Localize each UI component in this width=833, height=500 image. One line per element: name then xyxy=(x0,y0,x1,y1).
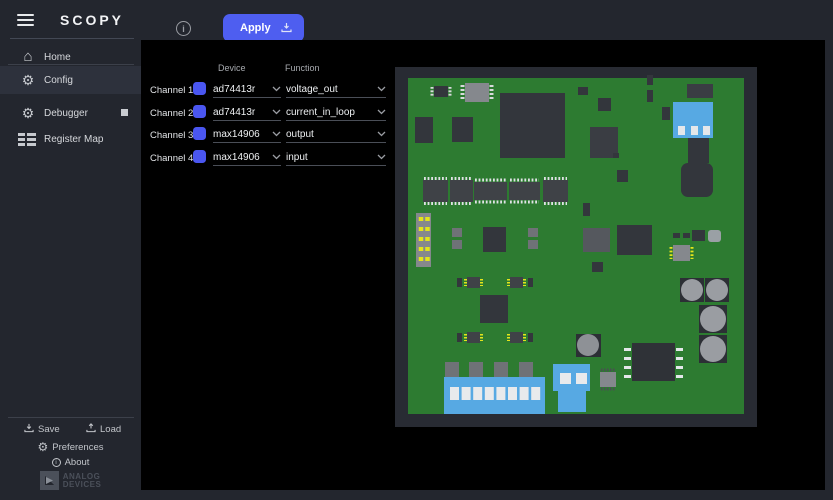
pcb-ic-small xyxy=(432,86,450,97)
pcb-soic-8pin xyxy=(624,343,683,381)
pcb-main-chip xyxy=(500,93,565,158)
channel-3-checkbox[interactable] xyxy=(193,127,206,140)
home-icon: ⌂ xyxy=(19,50,37,64)
about-label: About xyxy=(65,457,90,468)
info-icon: i xyxy=(52,458,61,467)
load-label: Load xyxy=(100,424,121,435)
channel-4-device-select[interactable]: max14906 xyxy=(213,149,281,166)
channel-2-device-select[interactable]: ad74413r xyxy=(213,104,281,121)
grid-icon xyxy=(18,133,36,146)
channel-label: Channel 1 xyxy=(150,85,193,96)
chevron-down-icon xyxy=(272,109,281,115)
device-column-header: Device xyxy=(218,63,246,73)
pcb-ic-row xyxy=(423,179,568,204)
chevron-down-icon xyxy=(377,154,386,160)
sidebar-footer-divider xyxy=(8,417,134,418)
chevron-down-icon xyxy=(272,154,281,160)
pcb-soic-small xyxy=(671,245,692,261)
channel-row: Channel 1 ad74413r voltage_out xyxy=(141,81,401,98)
sidebar-item-config[interactable]: ⚙ Config xyxy=(0,66,141,94)
channel-label: Channel 4 xyxy=(150,153,193,164)
channel-1-checkbox[interactable] xyxy=(193,82,206,95)
pcb-ic-bottom xyxy=(600,370,616,389)
chevron-down-icon xyxy=(377,131,386,137)
top-bar: SCOPY i Apply xyxy=(0,0,833,40)
apply-button[interactable]: Apply xyxy=(223,14,304,42)
preferences-label: Preferences xyxy=(52,442,103,453)
pcb-ic-gray xyxy=(463,83,492,102)
chevron-down-icon xyxy=(272,86,281,92)
channel-row: Channel 4 max14906 input xyxy=(141,149,401,166)
channel-4-checkbox[interactable] xyxy=(193,150,206,163)
load-button[interactable]: Load xyxy=(86,423,121,436)
channel-row: Channel 3 max14906 output xyxy=(141,126,401,143)
gear-icon: ⚙ xyxy=(19,106,37,120)
sidebar-divider xyxy=(8,64,134,65)
download-tray-icon xyxy=(24,423,34,436)
gear-icon: ⚙ xyxy=(19,73,37,87)
function-column-header: Function xyxy=(285,63,320,73)
channel-label: Channel 3 xyxy=(150,130,193,141)
channel-2-function-select[interactable]: current_in_loop xyxy=(286,104,386,121)
sidebar-item-label: Debugger xyxy=(44,108,88,119)
save-label: Save xyxy=(38,424,60,435)
channel-row: Channel 2 ad74413r current_in_loop xyxy=(141,104,401,121)
pcb-blue-connector-top xyxy=(673,102,713,138)
sidebar-item-debugger[interactable]: ⚙ Debugger xyxy=(0,100,141,126)
about-button[interactable]: i About xyxy=(0,457,141,468)
pcb-board-image xyxy=(395,67,757,427)
channel-3-device-select[interactable]: max14906 xyxy=(213,126,281,143)
chevron-down-icon xyxy=(377,86,386,92)
chevron-down-icon xyxy=(272,131,281,137)
channel-1-function-select[interactable]: voltage_out xyxy=(286,81,386,98)
channel-4-function-select[interactable]: input xyxy=(286,149,386,166)
pcb-pin-header xyxy=(416,213,431,267)
adi-triangle-icon xyxy=(40,471,59,490)
analog-devices-logo: ANALOG DEVICES xyxy=(0,471,141,490)
sidebar-item-label: Config xyxy=(44,75,73,86)
apply-button-label: Apply xyxy=(240,22,271,34)
gear-icon: ⚙ xyxy=(38,441,49,453)
chevron-down-icon xyxy=(377,109,386,115)
config-page: Device Function Channel 1 ad74413r volta… xyxy=(141,40,825,490)
channel-3-function-select[interactable]: output xyxy=(286,126,386,143)
sidebar: ⌂ Home ⚙ Config ⚙ Debugger Register Map xyxy=(0,40,141,500)
pcb-blue-connector-bottom xyxy=(553,364,590,412)
brand-line-2: DEVICES xyxy=(63,480,102,489)
menu-icon[interactable] xyxy=(17,14,34,26)
app-logo: SCOPY xyxy=(60,12,124,28)
scopy-window: SCOPY i Apply ⌂ Home ⚙ Config ⚙ Debugger xyxy=(0,0,833,500)
save-button[interactable]: Save xyxy=(24,423,60,436)
preferences-button[interactable]: ⚙ Preferences xyxy=(0,441,141,453)
channel-label: Channel 2 xyxy=(150,108,193,119)
debugger-indicator-square xyxy=(121,109,128,116)
channel-1-device-select[interactable]: ad74413r xyxy=(213,81,281,98)
sidebar-item-register-map[interactable]: Register Map xyxy=(0,126,141,152)
sidebar-item-label: Home xyxy=(44,52,71,63)
info-icon[interactable]: i xyxy=(176,21,191,36)
sidebar-item-label: Register Map xyxy=(44,134,103,145)
download-tray-icon xyxy=(281,21,292,36)
channel-2-checkbox[interactable] xyxy=(193,105,206,118)
upload-tray-icon xyxy=(86,423,96,436)
logo-divider xyxy=(10,38,134,39)
